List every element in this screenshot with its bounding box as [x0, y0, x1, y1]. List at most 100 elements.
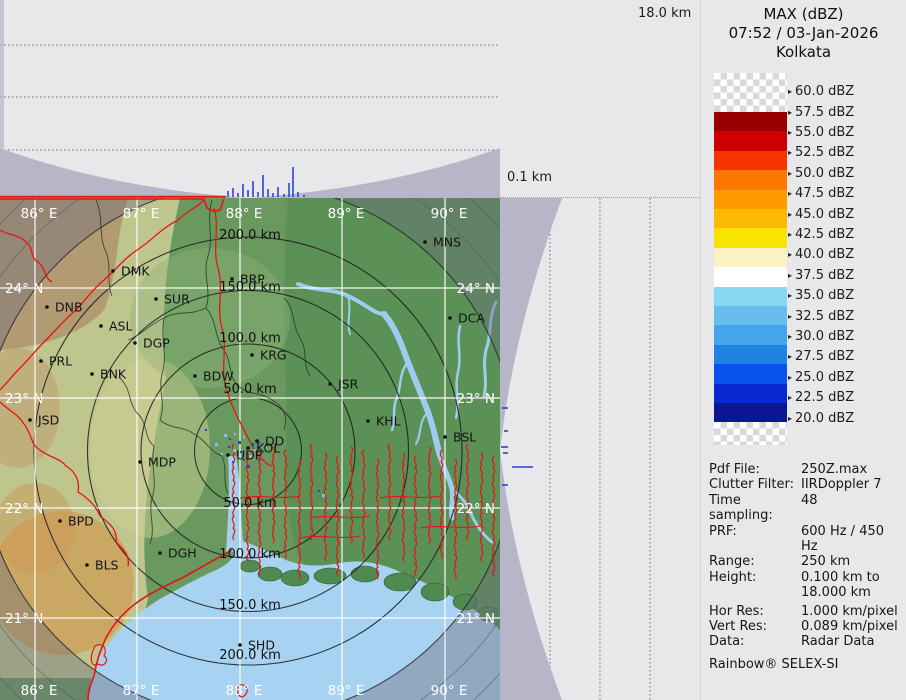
metadata-label: Hor Res:: [709, 604, 801, 619]
legend-boundary-label: 47.5 dBZ: [795, 186, 854, 201]
city-label: JSR: [337, 377, 359, 392]
metadata-row: Height:0.100 km to: [709, 570, 903, 585]
legend-boundary-label: 37.5 dBZ: [795, 268, 854, 283]
city-dot: [133, 341, 137, 345]
city-dot: [328, 382, 332, 386]
city-label: JSD: [37, 413, 59, 428]
metadata-value: Radar Data: [801, 634, 903, 649]
legend-label-row: ▸45.0 dBZ: [788, 206, 854, 222]
legend-boundary-label: 55.0 dBZ: [795, 125, 854, 140]
metadata-label: Pdf File:: [709, 462, 801, 477]
legend-label-row: ▸52.5 dBZ: [788, 145, 854, 161]
range-ring-label: 50.0 km: [223, 496, 276, 511]
metadata-row: PRF:600 Hz / 450 Hz: [709, 524, 903, 555]
legend-tick-arrow-icon: ▸: [788, 312, 792, 321]
echo-pixel: [322, 494, 325, 497]
metadata-value: 600 Hz / 450 Hz: [801, 524, 903, 555]
legend-band: [714, 170, 787, 189]
legend-band: [714, 131, 787, 150]
legend-boundary-label: 27.5 dBZ: [795, 349, 854, 364]
echo-pixel: [247, 465, 250, 468]
city-dot: [154, 297, 158, 301]
metadata-row: Clutter Filter:IIRDoppler 7: [709, 477, 903, 492]
legend-label-row: ▸30.0 dBZ: [788, 328, 854, 344]
city-dot: [138, 460, 142, 464]
product-header: MAX (dBZ) 07:52 / 03-Jan-2026 Kolkata: [701, 5, 906, 62]
legend-band: [714, 325, 787, 344]
metadata-row: Vert Res:0.089 km/pixel: [709, 619, 903, 634]
legend-band: [714, 306, 787, 325]
lat-label-right: 22° N: [457, 501, 495, 517]
metadata-value: 250 km: [801, 554, 903, 569]
city-dot: [448, 316, 452, 320]
echo-pixel: [232, 461, 234, 463]
legend-label-row: ▸22.5 dBZ: [788, 390, 854, 406]
legend-label-row: ▸25.0 dBZ: [788, 369, 854, 385]
city-dot: [193, 374, 197, 378]
legend-band: [714, 151, 787, 170]
legend-tick-arrow-icon: ▸: [788, 230, 792, 239]
legend-tick-arrow-icon: ▸: [788, 189, 792, 198]
legend-band: [714, 345, 787, 364]
city-label: SHD: [248, 638, 275, 653]
lon-label-top: 89° E: [328, 206, 365, 222]
legend-band: [714, 287, 787, 306]
metadata-row: Hor Res:1.000 km/pixel: [709, 604, 903, 619]
height-min-label: 0.1 km: [507, 170, 552, 185]
city-label: DGP: [143, 336, 170, 351]
legend-band: [714, 228, 787, 247]
legend-label-row: ▸50.0 dBZ: [788, 165, 854, 181]
metadata-label: Range:: [709, 554, 801, 569]
echo-pixel: [229, 438, 231, 440]
legend-boundary-label: 40.0 dBZ: [795, 247, 854, 262]
product-station: Kolkata: [701, 43, 906, 62]
city-label: DCA: [458, 311, 485, 326]
city-dot: [28, 418, 32, 422]
legend-overflow-top: [714, 73, 787, 112]
legend-label-row: ▸37.5 dBZ: [788, 267, 854, 283]
city-label: BLS: [95, 558, 119, 573]
legend-label-row: ▸55.0 dBZ: [788, 124, 854, 140]
city-label: DNB: [55, 300, 83, 315]
lat-label-left: 22° N: [5, 501, 43, 517]
city-label: MNS: [433, 235, 461, 250]
metadata-row: Time sampling:48: [709, 493, 903, 524]
legend-boundary-label: 30.0 dBZ: [795, 329, 854, 344]
city-dot: [443, 435, 447, 439]
radar-map-svg: 86° E86° E87° E87° E88° E88° E89° E89° E…: [0, 198, 500, 700]
legend-tick-arrow-icon: ▸: [788, 128, 792, 137]
city-dot: [423, 240, 427, 244]
city-dot: [366, 419, 370, 423]
software-brand: Rainbow® SELEX-SI: [709, 657, 903, 672]
city-dot: [90, 372, 94, 376]
echo-pixel: [215, 443, 218, 446]
product-title: MAX (dBZ): [701, 5, 906, 24]
legend-tick-arrow-icon: ▸: [788, 352, 792, 361]
echo-pixel: [234, 433, 236, 435]
legend-label-row: ▸60.0 dBZ: [788, 84, 854, 100]
city-dot: [99, 324, 103, 328]
legend-boundary-label: 45.0 dBZ: [795, 207, 854, 222]
legend-tick-arrow-icon: ▸: [788, 250, 792, 259]
metadata-value: 0.089 km/pixel: [801, 619, 903, 634]
metadata-value: IIRDoppler 7: [801, 477, 903, 492]
legend-boundary-label: 20.0 dBZ: [795, 411, 854, 426]
legend-band: [714, 403, 787, 422]
lon-label-bottom: 89° E: [328, 683, 365, 699]
metadata-row: 18.000 km: [709, 585, 903, 600]
lon-label-top: 86° E: [21, 206, 58, 222]
legend-boundary-label: 57.5 dBZ: [795, 105, 854, 120]
product-datetime: 07:52 / 03-Jan-2026: [701, 24, 906, 43]
metadata-row: Pdf File:250Z.max: [709, 462, 903, 477]
city-dot: [230, 277, 234, 281]
lon-label-top: 90° E: [431, 206, 468, 222]
metadata-row: Data:Radar Data: [709, 634, 903, 649]
city-label: MDP: [148, 455, 176, 470]
echo-pixel: [205, 429, 207, 431]
city-label: KHL: [376, 414, 401, 429]
legend-label-row: ▸35.0 dBZ: [788, 288, 854, 304]
legend-tick-arrow-icon: ▸: [788, 332, 792, 341]
city-label: DMK: [121, 264, 150, 279]
city-label: PRL: [49, 354, 72, 369]
top-profile-svg: [0, 0, 500, 198]
